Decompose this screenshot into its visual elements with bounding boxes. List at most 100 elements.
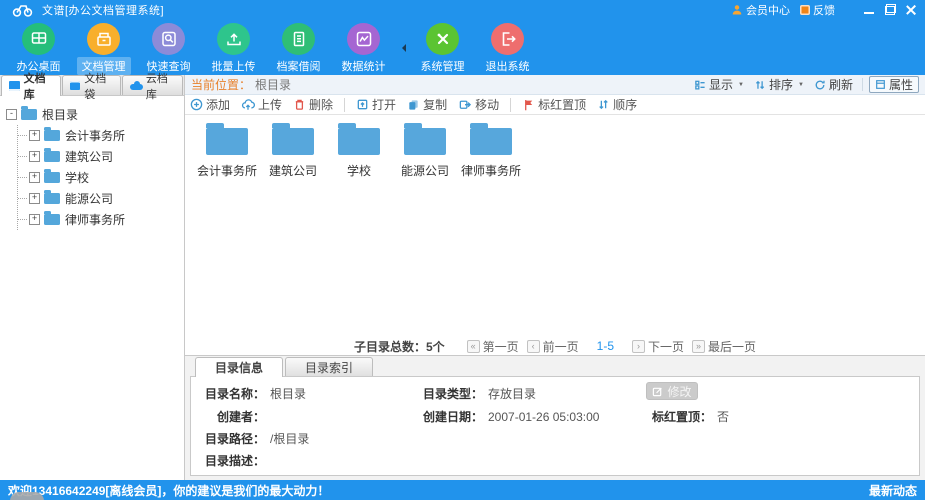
create-date-value: 2007-01-26 05:03:00 xyxy=(488,409,600,424)
delete-label: 删除 xyxy=(309,98,334,112)
last-page-label: 最后一页 xyxy=(708,339,757,354)
tab-document-library[interactable]: 文档库 xyxy=(1,73,61,101)
prev-page-icon xyxy=(526,339,540,353)
order-button[interactable]: 顺序 xyxy=(597,96,637,113)
member-icon xyxy=(731,4,743,16)
directory-tree: 根目录 会计事务所 建筑公司 xyxy=(0,96,184,480)
feedback-link[interactable]: 反馈 xyxy=(800,2,835,18)
tree-item-label: 建筑公司 xyxy=(65,150,114,164)
tree-item[interactable]: 会计事务所 xyxy=(18,125,184,146)
document-manage-icon xyxy=(87,23,120,55)
tree-root-row[interactable]: 根目录 xyxy=(6,104,184,125)
page-range[interactable]: 1-5 xyxy=(597,339,614,353)
folder-icon xyxy=(338,123,380,155)
minimize-button[interactable] xyxy=(863,4,875,16)
tree-item-label: 会计事务所 xyxy=(65,129,126,143)
quick-search-icon xyxy=(152,23,185,55)
toolbar-item-data-stats[interactable]: 数据统计 xyxy=(331,20,396,75)
toolbar-item-office-desktop[interactable]: 办公桌面 xyxy=(6,20,71,75)
upload-button[interactable]: 上传 xyxy=(241,96,282,113)
first-page-button[interactable]: 第一页 xyxy=(466,338,519,355)
dir-name-label: 目录名称： xyxy=(204,386,265,401)
toolbar-item-system-manage[interactable]: 系统管理 xyxy=(410,20,475,75)
flag-top-label: 标红置顶 xyxy=(538,98,587,112)
folder-label: 律师事务所 xyxy=(460,164,521,178)
expand-expander-icon[interactable] xyxy=(29,214,40,225)
directory-info-body: 目录名称： 根目录 目录类型： 存放目录 创建者： 创建日期： 2007-01-26 … xyxy=(190,376,920,476)
folder-icon xyxy=(206,123,248,155)
tab-document-bag[interactable]: 文档袋 xyxy=(61,73,122,101)
order-label: 顺序 xyxy=(613,98,638,112)
expand-expander-icon[interactable] xyxy=(29,193,40,204)
open-icon xyxy=(357,99,368,110)
red-flag-icon xyxy=(525,100,533,111)
toolbar-item-archive-borrow[interactable]: 档案借阅 xyxy=(266,20,331,75)
tab-directory-index[interactable]: 目录索引 xyxy=(285,357,373,376)
dir-type-value: 存放目录 xyxy=(488,386,537,401)
prev-page-button[interactable]: 前一页 xyxy=(526,338,579,355)
tree-children: 会计事务所 建筑公司 学校 能源公司 xyxy=(17,125,184,230)
refresh-icon xyxy=(815,80,825,89)
tree-item[interactable]: 律师事务所 xyxy=(18,209,184,230)
desktop-icon xyxy=(22,23,55,55)
modify-button[interactable]: 修改 xyxy=(646,382,698,400)
add-button[interactable]: 添加 xyxy=(190,96,230,113)
toolbar-label: 档案借阅 xyxy=(276,61,321,73)
flag-top-button[interactable]: 标红置顶 xyxy=(522,96,586,113)
main-area: 文档库 文档袋 云档库 根目录 xyxy=(0,73,925,480)
document-bag-icon xyxy=(69,81,81,90)
collapse-expander-icon[interactable] xyxy=(6,109,17,120)
move-button[interactable]: 移动 xyxy=(458,96,499,113)
tree-item[interactable]: 能源公司 xyxy=(18,188,184,209)
next-page-label: 下一页 xyxy=(648,339,685,354)
creator-label: 创建者： xyxy=(216,409,265,424)
latest-news-link[interactable]: 最新动态 xyxy=(869,482,917,499)
info-row: 目录路径： /根目录 xyxy=(191,428,919,448)
view-controls: 显示 排序 刷新 属性 xyxy=(691,76,919,93)
folder-tile[interactable]: 律师事务所 xyxy=(459,123,523,179)
refresh-button[interactable]: 刷新 xyxy=(811,76,856,93)
tab-cloud-archive[interactable]: 云档库 xyxy=(122,73,183,101)
sidebar: 文档库 文档袋 云档库 根目录 xyxy=(0,73,185,480)
expand-expander-icon[interactable] xyxy=(29,151,40,162)
folder-icon xyxy=(470,123,512,155)
delete-button[interactable]: 删除 xyxy=(293,96,333,113)
add-label: 添加 xyxy=(206,98,231,112)
move-icon xyxy=(459,100,472,109)
properties-button[interactable]: 属性 xyxy=(868,76,919,93)
display-button[interactable]: 显示 xyxy=(691,76,747,93)
last-page-button[interactable]: 最后一页 xyxy=(692,338,756,355)
folder-icon xyxy=(44,127,60,141)
dir-desc-label: 目录描述： xyxy=(204,453,265,468)
content-area: 当前位置： 根目录 显示 排序 刷新 xyxy=(185,75,925,480)
tab-directory-info[interactable]: 目录信息 xyxy=(195,357,283,377)
expand-expander-icon[interactable] xyxy=(29,130,40,141)
toolbar-item-exit-system[interactable]: 退出系统 xyxy=(475,20,540,75)
toolbar-item-quick-search[interactable]: 快速查询 xyxy=(136,20,201,75)
close-button[interactable] xyxy=(905,4,917,16)
open-button[interactable]: 打开 xyxy=(356,96,396,113)
folder-icon xyxy=(44,211,60,225)
toolbar-item-batch-upload[interactable]: 批量上传 xyxy=(201,20,266,75)
next-page-button[interactable]: 下一页 xyxy=(632,338,684,355)
expand-expander-icon[interactable] xyxy=(29,172,40,183)
toolbar-item-document-manage[interactable]: 文档管理 xyxy=(71,20,136,75)
tree-item[interactable]: 学校 xyxy=(18,167,184,188)
member-center-link[interactable]: 会员中心 xyxy=(731,2,790,18)
app-window: 文谱[办公文档管理系统] 会员中心 反馈 办公桌面 文档管理 快速查询 批量上传… xyxy=(0,0,925,500)
folder-tile[interactable]: 会计事务所 xyxy=(195,123,259,179)
folder-tile[interactable]: 建筑公司 xyxy=(261,123,325,179)
properties-icon xyxy=(876,80,885,89)
sort-button[interactable]: 排序 xyxy=(751,76,807,93)
info-panel: 目录信息 目录索引 目录名称： 根目录 目录类型： 存放目录 创建者： 创建日期： 2… xyxy=(185,355,925,480)
info-row: 创建者： 创建日期： 2007-01-26 05:03:00 标红置顶： 否 xyxy=(191,406,919,426)
folder-tile[interactable]: 学校 xyxy=(327,123,391,179)
toolbar-collapse-arrow-icon[interactable] xyxy=(396,20,410,75)
tree-item[interactable]: 建筑公司 xyxy=(18,146,184,167)
restore-button[interactable] xyxy=(884,4,896,16)
edit-icon xyxy=(653,387,663,396)
folder-tile[interactable]: 能源公司 xyxy=(393,123,457,179)
add-icon xyxy=(190,98,203,111)
copy-button[interactable]: 复制 xyxy=(407,96,447,113)
app-logo-icon xyxy=(12,3,34,17)
